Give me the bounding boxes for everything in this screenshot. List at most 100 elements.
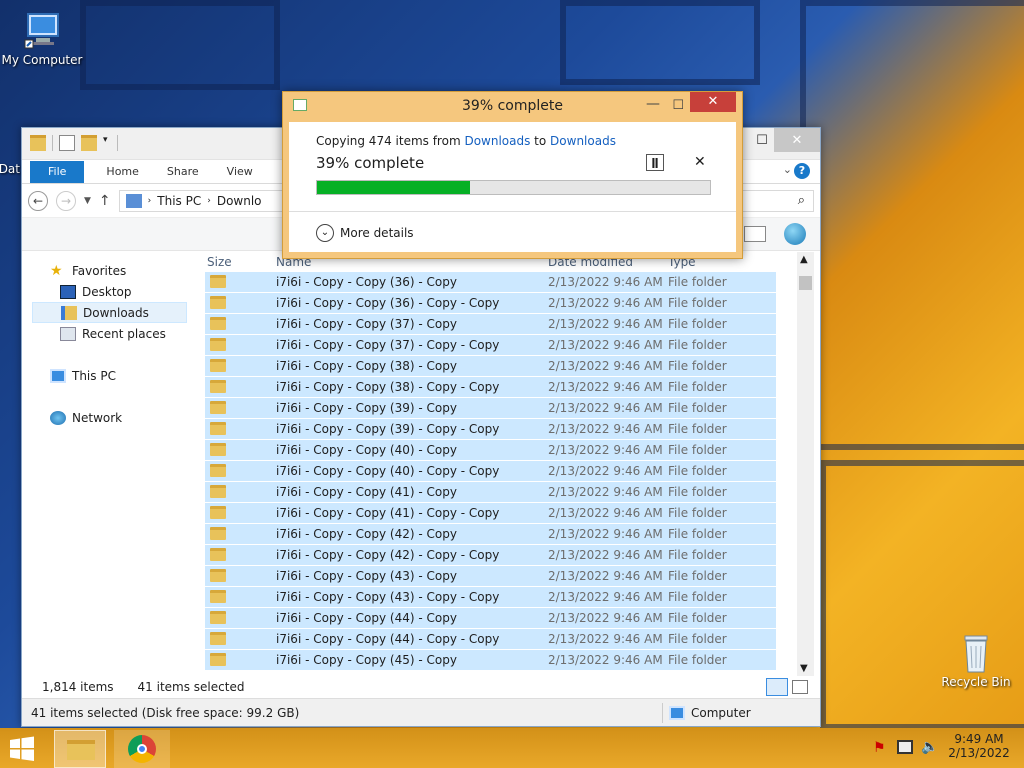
table-row[interactable]: i7i6i - Copy - Copy (41) - Copy - Copy 2/… (205, 503, 776, 524)
table-row[interactable]: i7i6i - Copy - Copy (36) - Copy - Copy 2/… (205, 293, 776, 314)
row-type: File folder (668, 569, 727, 583)
desktop-icon-my-computer[interactable]: My Computer (0, 10, 84, 67)
desktop-icon-partial[interactable]: Dat (0, 140, 20, 176)
tab-view[interactable]: View (213, 165, 267, 178)
copy-progress-dialog[interactable]: 39% complete — ☐ ✕ Copying 474 items fro… (282, 91, 743, 259)
row-type: File folder (668, 527, 727, 541)
table-row[interactable]: i7i6i - Copy - Copy (40) - Copy - Copy 2/… (205, 461, 776, 482)
table-row[interactable]: i7i6i - Copy - Copy (38) - Copy 2/13/2022… (205, 356, 776, 377)
start-button[interactable] (8, 736, 38, 762)
ribbon-expand-icon[interactable]: ⌄ (783, 163, 792, 176)
row-name: i7i6i - Copy - Copy (40) - Copy (276, 443, 457, 457)
star-icon: ★ (50, 262, 63, 279)
wallpaper-pane (820, 460, 1024, 730)
row-type: File folder (668, 653, 727, 667)
dialog-title-bar[interactable]: 39% complete — ☐ ✕ (283, 92, 742, 120)
row-date: 2/13/2022 9:46 AM (548, 464, 663, 478)
row-date: 2/13/2022 9:46 AM (548, 296, 663, 310)
close-icon[interactable]: ✕ (694, 154, 706, 170)
source-link[interactable]: Downloads (464, 134, 530, 148)
nav-network[interactable]: Network (50, 407, 122, 428)
forward-button[interactable]: → (56, 190, 76, 211)
scroll-down-icon[interactable]: ▼ (800, 663, 808, 674)
tray-flag-icon[interactable]: ⚑ (873, 740, 886, 756)
desktop-icon-recycle-bin[interactable]: Recycle Bin (934, 632, 1018, 689)
tray-volume-muted-icon[interactable]: 🔈 (921, 739, 938, 755)
table-row[interactable]: i7i6i - Copy - Copy (44) - Copy - Copy 2/… (205, 629, 776, 650)
downloads-icon (61, 305, 77, 320)
table-row[interactable]: i7i6i - Copy - Copy (41) - Copy 2/13/2022… (205, 482, 776, 503)
computer-icon (669, 705, 685, 720)
table-row[interactable]: i7i6i - Copy - Copy (43) - Copy 2/13/2022… (205, 566, 776, 587)
dialog-close-button[interactable]: ✕ (690, 92, 736, 112)
row-date: 2/13/2022 9:46 AM (548, 275, 663, 289)
pause-icon[interactable]: ǁ (646, 154, 664, 171)
folder-icon (210, 296, 226, 309)
table-row[interactable]: i7i6i - Copy - Copy (43) - Copy - Copy 2/… (205, 587, 776, 608)
taskbar-chrome[interactable] (114, 730, 170, 768)
folder-icon (210, 569, 226, 582)
folder-icon[interactable] (30, 135, 46, 151)
table-row[interactable]: i7i6i - Copy - Copy (39) - Copy - Copy 2/… (205, 419, 776, 440)
close-button[interactable]: ✕ (774, 128, 820, 152)
destination-link[interactable]: Downloads (550, 134, 616, 148)
folder-icon (210, 527, 226, 540)
scroll-up-icon[interactable]: ▲ (800, 254, 808, 265)
vertical-scrollbar[interactable]: ▲ ▼ (797, 252, 814, 676)
details-pane-icon[interactable] (744, 226, 766, 242)
table-row[interactable]: i7i6i - Copy - Copy (39) - Copy 2/13/2022… (205, 398, 776, 419)
folder-icon (210, 485, 226, 498)
folder-icon (210, 506, 226, 519)
folder-icon (210, 464, 226, 477)
recent-locations-icon[interactable]: ▼ (84, 196, 91, 206)
table-row[interactable]: i7i6i - Copy - Copy (42) - Copy 2/13/2022… (205, 524, 776, 545)
nav-downloads[interactable]: Downloads (32, 302, 187, 323)
row-type: File folder (668, 338, 727, 352)
globe-icon[interactable] (784, 223, 806, 245)
maximize-button[interactable]: ☐ (750, 128, 774, 152)
details-view-icon[interactable] (766, 678, 788, 696)
row-date: 2/13/2022 9:46 AM (548, 359, 663, 373)
table-row[interactable]: i7i6i - Copy - Copy (37) - Copy 2/13/2022… (205, 314, 776, 335)
row-type: File folder (668, 443, 727, 457)
tab-share[interactable]: Share (153, 165, 213, 178)
row-date: 2/13/2022 9:46 AM (548, 443, 663, 457)
taskbar-file-explorer[interactable] (54, 730, 106, 768)
large-icons-view-icon[interactable] (792, 680, 808, 694)
table-row[interactable]: i7i6i - Copy - Copy (44) - Copy 2/13/2022… (205, 608, 776, 629)
table-row[interactable]: i7i6i - Copy - Copy (45) - Copy 2/13/2022… (205, 650, 776, 670)
clock[interactable]: 9:49 AM 2/13/2022 (944, 732, 1014, 760)
nav-favorites[interactable]: ★ Favorites (50, 260, 126, 281)
row-name: i7i6i - Copy - Copy (44) - Copy (276, 611, 457, 625)
table-row[interactable]: i7i6i - Copy - Copy (38) - Copy - Copy 2/… (205, 377, 776, 398)
breadcrumb-this-pc[interactable]: This PC (157, 194, 201, 208)
nav-desktop[interactable]: Desktop (60, 281, 132, 302)
back-button[interactable]: ← (28, 190, 48, 211)
tab-home[interactable]: Home (92, 165, 152, 178)
row-name: i7i6i - Copy - Copy (39) - Copy - Copy (276, 422, 500, 436)
column-size[interactable]: Size (207, 255, 232, 269)
table-row[interactable]: i7i6i - Copy - Copy (40) - Copy 2/13/2022… (205, 440, 776, 461)
row-date: 2/13/2022 9:46 AM (548, 611, 663, 625)
chevron-down-icon[interactable]: ▾ (103, 135, 111, 151)
properties-icon[interactable] (59, 135, 75, 151)
nav-this-pc[interactable]: This PC (50, 365, 116, 386)
minimize-button[interactable]: — (646, 90, 660, 118)
breadcrumb-current[interactable]: Downlo (217, 194, 262, 208)
scrollbar-thumb[interactable] (799, 276, 812, 290)
selection-details: 41 items selected (Disk free space: 99.2… (31, 705, 300, 720)
more-details-toggle[interactable]: ⌄ More details (316, 224, 414, 242)
new-folder-icon[interactable] (81, 135, 97, 151)
file-list[interactable]: Size Name Date modified Type i7i6i - Cop… (205, 252, 778, 670)
help-icon[interactable]: ? (794, 163, 810, 179)
tray-network-icon[interactable] (897, 740, 913, 754)
table-row[interactable]: i7i6i - Copy - Copy (37) - Copy - Copy 2/… (205, 335, 776, 356)
search-icon[interactable]: ⌕ (798, 193, 805, 208)
table-row[interactable]: i7i6i - Copy - Copy (42) - Copy - Copy 2/… (205, 545, 776, 566)
tab-file[interactable]: File (30, 160, 85, 183)
up-button[interactable]: ↑ (99, 193, 111, 209)
table-row[interactable]: i7i6i - Copy - Copy (36) - Copy 2/13/2022… (205, 272, 776, 293)
progress-status: 39% complete (316, 154, 425, 172)
nav-recent-places[interactable]: Recent places (60, 323, 166, 344)
maximize-button[interactable]: ☐ (672, 92, 684, 120)
